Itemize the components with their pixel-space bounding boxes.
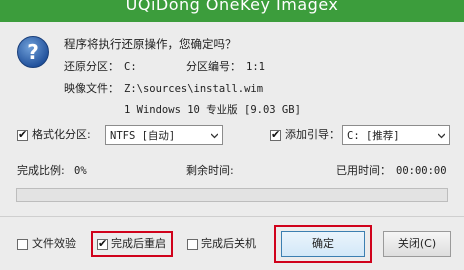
format-filesystem-select[interactable]: NTFS [自动]	[105, 125, 223, 145]
question-icon: ?	[17, 36, 49, 68]
progress-bar	[16, 188, 448, 202]
add-boot-checkbox[interactable]: ✔	[270, 128, 281, 141]
progress-ratio-value: 0%	[74, 165, 87, 177]
image-file-label: 映像文件：	[64, 82, 119, 95]
image-file-value: Z:\sources\install.wim	[124, 83, 264, 95]
confirm-question: 程序将执行还原操作，您确定吗？	[64, 37, 237, 51]
partition-number-label: 分区编号：	[186, 60, 241, 73]
boot-partition-value: C: [推荐]	[347, 130, 400, 142]
verify-file-label: 文件效验	[32, 237, 76, 250]
title-bar: UQiDong OneKey Imagex	[0, 0, 464, 22]
restart-highlight-frame	[91, 231, 173, 257]
progress-ratio-label: 完成比例:	[17, 164, 65, 177]
image-entry: 1 Windows 10 专业版 [9.03 GB]	[124, 104, 301, 116]
format-filesystem-value: NTFS [自动]	[110, 130, 176, 142]
imagex-dialog-window: UQiDong OneKey Imagex ? 程序将执行还原操作，您确定吗？ …	[0, 0, 464, 270]
confirm-highlight-frame	[274, 225, 372, 263]
restore-partition-label: 还原分区：	[64, 60, 119, 73]
partition-number-value: 1:1	[246, 61, 265, 73]
shutdown-after-label: 完成后关机	[201, 237, 256, 250]
svg-text:?: ?	[27, 40, 39, 64]
boot-partition-select[interactable]: C: [推荐]	[342, 125, 450, 145]
format-partition-checkbox[interactable]: ✔	[17, 128, 28, 141]
chevron-down-icon	[438, 133, 445, 139]
close-button[interactable]: 关闭(C)	[383, 231, 451, 257]
elapsed-time-value: 00:00:00	[396, 165, 447, 177]
verify-file-checkbox[interactable]	[17, 239, 28, 250]
remaining-time-label: 剩余时间:	[186, 164, 234, 177]
elapsed-time-label: 已用时间：	[336, 164, 391, 177]
add-boot-label: 添加引导：	[285, 128, 340, 141]
restore-partition-value: C:	[124, 61, 137, 73]
shutdown-after-checkbox[interactable]	[187, 239, 198, 250]
format-partition-label: 格式化分区:	[32, 128, 91, 141]
chevron-down-icon	[211, 133, 218, 139]
window-title: UQiDong OneKey Imagex	[125, 0, 339, 14]
checkmark-icon: ✔	[271, 128, 281, 141]
checkmark-icon: ✔	[18, 128, 28, 141]
footer-separator	[0, 216, 464, 217]
